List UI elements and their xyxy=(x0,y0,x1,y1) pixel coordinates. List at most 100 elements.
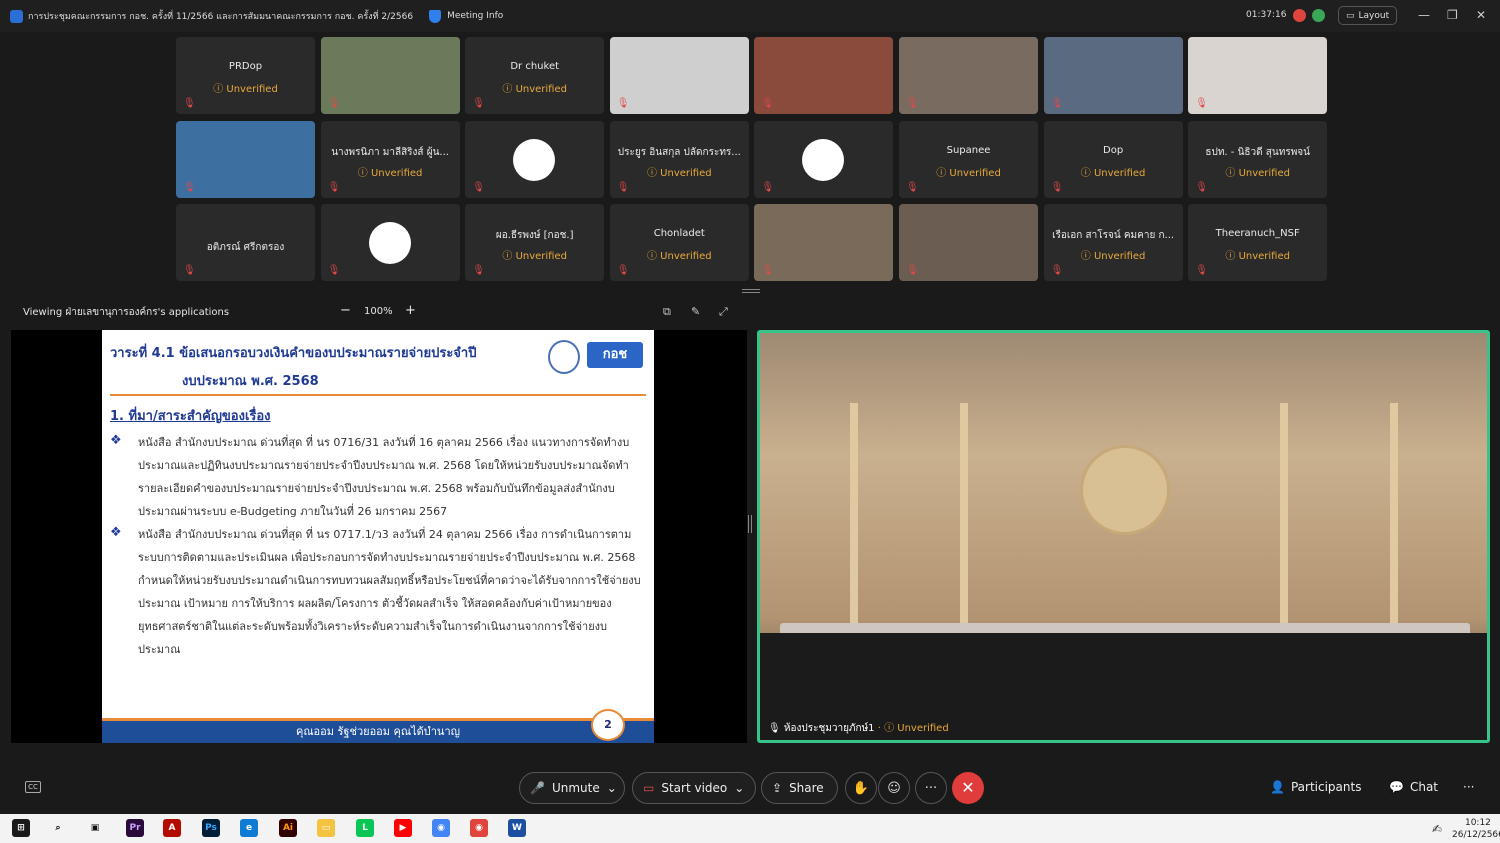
participant-tile[interactable]: ธปท. - นิธิวดี สุนทรพจน์ ⓘ Unverified 🎙 xyxy=(1188,120,1328,198)
edge-icon[interactable]: e xyxy=(240,819,258,837)
recording-icon[interactable] xyxy=(1293,9,1306,22)
info-icon: ⓘ xyxy=(502,84,516,95)
active-speaker-video[interactable]: 🎙 ห้องประชุมวายุภักษ์1 · ⓘ Unverified xyxy=(757,330,1490,743)
chrome-icon[interactable]: ◉ xyxy=(432,819,450,837)
leave-meeting-button[interactable]: ✕ xyxy=(952,772,984,804)
participant-tile[interactable]: 🎙 xyxy=(899,204,1038,281)
premiere-icon[interactable]: Pr xyxy=(126,819,144,837)
closed-captions-button[interactable]: CC xyxy=(25,781,41,793)
muted-mic-icon: 🎙 xyxy=(616,181,630,193)
minimize-button[interactable]: — xyxy=(1418,8,1430,22)
participant-tile[interactable]: 🎙 xyxy=(899,37,1038,114)
participant-tile[interactable]: PRDop ⓘ Unverified 🎙 xyxy=(176,37,315,114)
participant-name: PRDop xyxy=(228,61,263,72)
participant-tile[interactable]: 🎙 xyxy=(176,120,315,198)
muted-mic-icon: 🎙 xyxy=(616,98,630,109)
participant-tile[interactable]: 🎙 xyxy=(754,120,894,198)
search-icon[interactable]: ⌕ xyxy=(49,819,67,837)
participant-tile[interactable]: 🎙 xyxy=(754,37,894,114)
file-explorer-icon[interactable]: ▭ xyxy=(317,819,335,837)
wall-emblem xyxy=(1080,445,1170,535)
chevron-down-icon[interactable]: ⌄ xyxy=(734,781,744,795)
muted-mic-icon: 🎙 xyxy=(327,265,341,276)
slide-agenda-subtitle: งบประมาณ พ.ศ. 2568 xyxy=(182,374,319,389)
participant-tile[interactable]: อติภรณ์ ศรีกตรอง 🎙 xyxy=(176,204,315,281)
unmute-button[interactable]: 🎤 Unmute ⌄ xyxy=(519,772,625,804)
resize-handle[interactable] xyxy=(742,289,760,293)
info-icon: ⓘ xyxy=(502,251,516,262)
muted-mic-icon: 🎙 xyxy=(327,181,341,193)
participants-button[interactable]: 👤 Participants xyxy=(1270,780,1361,794)
participant-tile[interactable]: 🎙 xyxy=(320,204,460,281)
info-icon: ⓘ xyxy=(936,167,950,179)
split-handle[interactable] xyxy=(748,515,752,533)
participant-tile[interactable]: 🎙 xyxy=(609,37,749,114)
annotate-icon[interactable]: ✎ xyxy=(691,305,700,318)
webex-taskbar-icon[interactable]: W xyxy=(508,819,526,837)
fullscreen-icon[interactable]: ⤢ xyxy=(719,305,728,319)
participant-tile[interactable]: นางพรนิภา มาลีสิริงส์ ผู้น... ⓘ Unverifie… xyxy=(320,120,460,198)
muted-mic-icon: 🎙 xyxy=(1195,98,1208,109)
participant-name: Dr chuket xyxy=(510,61,560,72)
participant-tile[interactable]: 🎙 xyxy=(754,204,894,281)
security-icon[interactable] xyxy=(1312,9,1325,22)
participant-name: นางพรนิภา มาลีสิริงส์ ผู้น... xyxy=(331,146,449,158)
layout-button[interactable]: ▭ Layout xyxy=(1338,6,1398,25)
slide-paragraph: หนังสือ สำนักงบประมาณ ด่วนที่สุด ที่ นร … xyxy=(138,436,630,518)
maximize-button[interactable]: ❐ xyxy=(1447,8,1458,22)
photoshop-icon[interactable]: Ps xyxy=(202,819,220,837)
participant-tile[interactable]: 🎙 xyxy=(1188,37,1328,114)
participant-tile[interactable]: 🎙 xyxy=(465,120,605,198)
zoom-in-button[interactable]: + xyxy=(405,303,416,318)
acrobat-icon[interactable]: A xyxy=(163,819,181,837)
more-panels-button[interactable]: ··· xyxy=(1463,780,1474,794)
chat-label: Chat xyxy=(1409,780,1438,794)
participant-status: Unverified xyxy=(1238,167,1290,179)
participant-tile[interactable]: ประยูร อินสกุล ปลัดกระทร... ⓘ Unverified 🎙 xyxy=(609,120,749,198)
muted-mic-icon: 🎙 xyxy=(1050,98,1064,109)
more-options-button[interactable]: ··· xyxy=(915,772,947,804)
chrome-profile-icon[interactable]: ◉ xyxy=(470,819,488,837)
meeting-info-button[interactable]: Meeting Info xyxy=(447,11,503,21)
info-icon: ⓘ xyxy=(646,167,661,179)
info-icon: ⓘ xyxy=(1225,251,1239,262)
shield-icon[interactable] xyxy=(429,9,442,23)
raise-hand-button[interactable]: ✋ xyxy=(845,772,877,804)
participant-video xyxy=(1188,37,1328,114)
chat-button[interactable]: 💬 Chat xyxy=(1389,780,1438,794)
task-view-icon[interactable]: ▣ xyxy=(86,819,104,837)
muted-mic-icon: 🎙 xyxy=(183,181,196,193)
participant-tile[interactable]: 🎙 xyxy=(320,37,460,114)
pen-icon[interactable]: ✍ xyxy=(1432,822,1442,836)
viewing-label: Viewing ฝ่ายเลขานุการองค์กร's applicatio… xyxy=(23,307,230,318)
muted-mic-icon: 🎙 xyxy=(183,98,196,109)
system-clock[interactable]: 10:12 26/12/2566 xyxy=(1452,817,1500,841)
participant-video xyxy=(320,37,460,114)
share-button[interactable]: ⇪ Share xyxy=(761,772,838,804)
illustrator-icon[interactable]: Ai xyxy=(279,819,297,837)
popout-icon[interactable]: ⧉ xyxy=(663,305,671,319)
participant-tile[interactable]: Supanee ⓘ Unverified 🎙 xyxy=(899,120,1038,198)
close-window-button[interactable]: ✕ xyxy=(1476,8,1486,22)
participant-tile[interactable]: Theeranuch_NSF ⓘ Unverified 🎙 xyxy=(1188,204,1328,281)
layout-label: Layout xyxy=(1358,10,1390,21)
participant-tile[interactable]: 🎙 xyxy=(1043,37,1183,114)
participant-tile[interactable]: ผอ.ธีรพงษ์ [กอช.] ⓘ Unverified 🎙 xyxy=(465,204,605,281)
participant-tile[interactable]: เรือเอก สาโรจน์ คมคาย ก... ⓘ Unverified 🎙 xyxy=(1043,204,1183,281)
participant-video xyxy=(176,120,315,198)
chevron-down-icon[interactable]: ⌄ xyxy=(607,781,617,795)
participant-tile[interactable]: Dop ⓘ Unverified 🎙 xyxy=(1043,120,1183,198)
reactions-button[interactable]: ☺ xyxy=(878,772,910,804)
zoom-out-button[interactable]: − xyxy=(340,303,351,318)
muted-mic-icon: 🎙 xyxy=(183,265,196,276)
participant-status: Unverified xyxy=(515,251,567,262)
participant-tile[interactable]: Chonladet ⓘ Unverified 🎙 xyxy=(609,204,749,281)
windows-start-icon[interactable]: ⊞ xyxy=(12,819,30,837)
participant-tile[interactable]: Dr chuket ⓘ Unverified 🎙 xyxy=(465,37,605,114)
speaker-caption: 🎙 ห้องประชุมวายุภักษ์1 · ⓘ Unverified xyxy=(768,719,949,736)
bullet-icon: ❖ xyxy=(110,525,122,540)
start-video-button[interactable]: ▭ Start video ⌄ xyxy=(632,772,756,804)
line-icon[interactable]: L xyxy=(356,819,374,837)
youtube-icon[interactable]: ▶ xyxy=(394,819,412,837)
muted-mic-icon: 🎙 xyxy=(761,265,775,276)
